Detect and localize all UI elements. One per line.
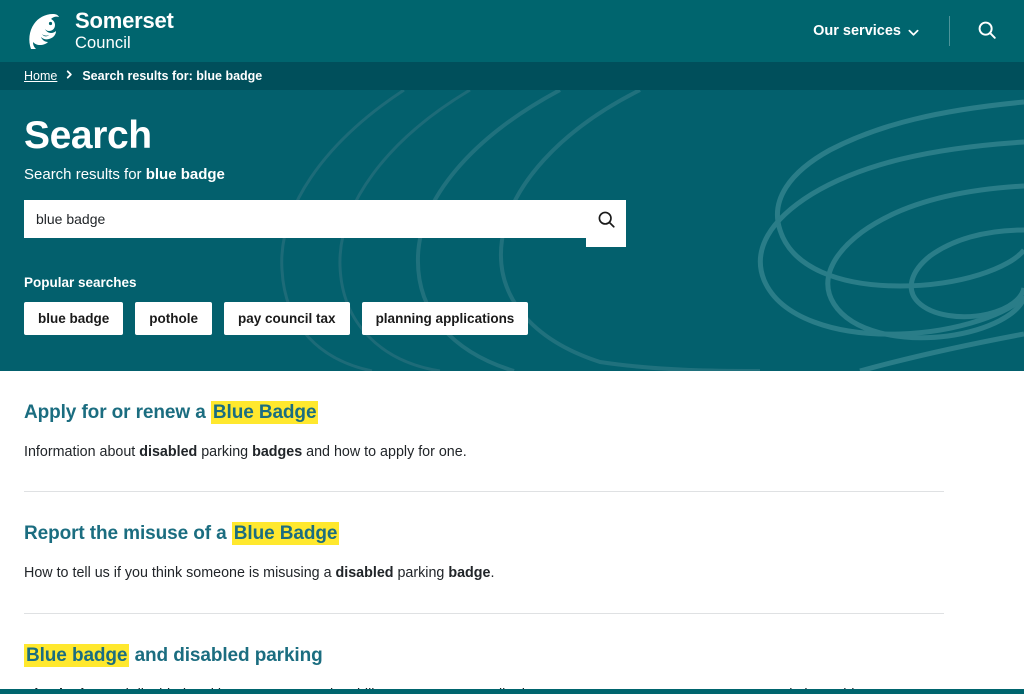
somerset-dragon-logo-icon <box>22 9 64 53</box>
header-divider <box>949 16 950 46</box>
brand-wordmark: Somerset Council <box>75 10 174 52</box>
breadcrumb-item-home[interactable]: Home <box>24 69 57 83</box>
result-title-before: Apply for or renew a <box>24 402 211 423</box>
our-services-label: Our services <box>813 23 901 39</box>
page-title: Search <box>24 114 152 157</box>
snippet-bold-term: disabled <box>335 565 394 582</box>
brand-logo-link[interactable]: Somerset Council <box>22 9 174 53</box>
site-header: Somerset Council Our services <box>0 0 1024 62</box>
search-results-subtitle: Search results for blue badge <box>24 166 1000 183</box>
result-title-link[interactable]: Apply for or renew a Blue Badge <box>24 401 319 424</box>
chevron-down-icon <box>908 26 919 37</box>
search-input[interactable] <box>24 199 586 238</box>
snippet-text: parking <box>393 565 449 582</box>
search-result-item: Blue badge and disabled parking Blue bad… <box>24 614 1000 694</box>
page-bottom-band <box>0 689 1024 694</box>
snippet-bold-term: badges <box>252 443 303 460</box>
search-hero: Search Search results for blue badge Pop… <box>0 90 1024 371</box>
result-title-link[interactable]: Blue badge and disabled parking <box>24 643 323 667</box>
search-icon <box>976 19 998 44</box>
snippet-bold-term: disabled <box>139 443 198 460</box>
search-result-item: Report the misuse of a Blue Badge How to… <box>24 492 1000 614</box>
result-snippet: Information about disabled parking badge… <box>24 442 1000 463</box>
result-title-highlight: Blue badge <box>24 643 130 667</box>
breadcrumb: Home Search results for: blue badge <box>0 62 1024 90</box>
popular-searches-label: Popular searches <box>24 274 137 290</box>
popular-tag-pothole[interactable]: pothole <box>135 301 213 335</box>
result-snippet: How to tell us if you think someone is m… <box>24 563 1000 584</box>
snippet-text: parking <box>197 443 253 460</box>
breadcrumb-item-current: Search results for: blue badge <box>82 69 263 83</box>
header-actions: Our services <box>809 15 1002 48</box>
result-title-highlight: Blue Badge <box>210 401 319 424</box>
popular-tag-planning-applications[interactable]: planning applications <box>361 301 529 335</box>
search-results-list: Apply for or renew a Blue Badge Informat… <box>0 371 1024 694</box>
snippet-text: and how to apply for one. <box>302 443 467 460</box>
search-icon <box>596 209 617 233</box>
brand-name-secondary: Council <box>75 34 131 53</box>
snippet-bold-term: badge <box>448 565 491 582</box>
popular-tag-blue-badge[interactable]: blue badge <box>24 301 124 335</box>
popular-searches-list: blue badge pothole pay council tax plann… <box>24 301 1000 335</box>
result-title-link[interactable]: Report the misuse of a Blue Badge <box>24 522 340 546</box>
our-services-menu[interactable]: Our services <box>809 17 923 45</box>
search-result-item: Apply for or renew a Blue Badge Informat… <box>24 371 1000 493</box>
search-submit-button[interactable] <box>586 199 626 247</box>
search-form <box>24 199 1000 247</box>
subtitle-query: blue badge <box>145 165 225 183</box>
snippet-text: Information about <box>24 443 140 460</box>
popular-tag-pay-council-tax[interactable]: pay council tax <box>224 301 350 335</box>
header-search-button[interactable] <box>972 15 1002 48</box>
subtitle-prefix: Search results for <box>24 165 146 183</box>
result-title-highlight: Blue Badge <box>231 522 340 546</box>
breadcrumb-list: Home Search results for: blue badge <box>24 69 262 83</box>
breadcrumb-separator-icon <box>65 70 74 82</box>
brand-name-primary: Somerset <box>75 8 174 34</box>
snippet-text: How to tell us if you think someone is m… <box>24 565 336 582</box>
result-title-before: Report the misuse of a <box>24 523 232 545</box>
hero-content: Search Search results for blue badge Pop… <box>0 90 1024 335</box>
snippet-text: . <box>490 565 495 582</box>
result-title-after: and disabled parking <box>129 644 323 666</box>
